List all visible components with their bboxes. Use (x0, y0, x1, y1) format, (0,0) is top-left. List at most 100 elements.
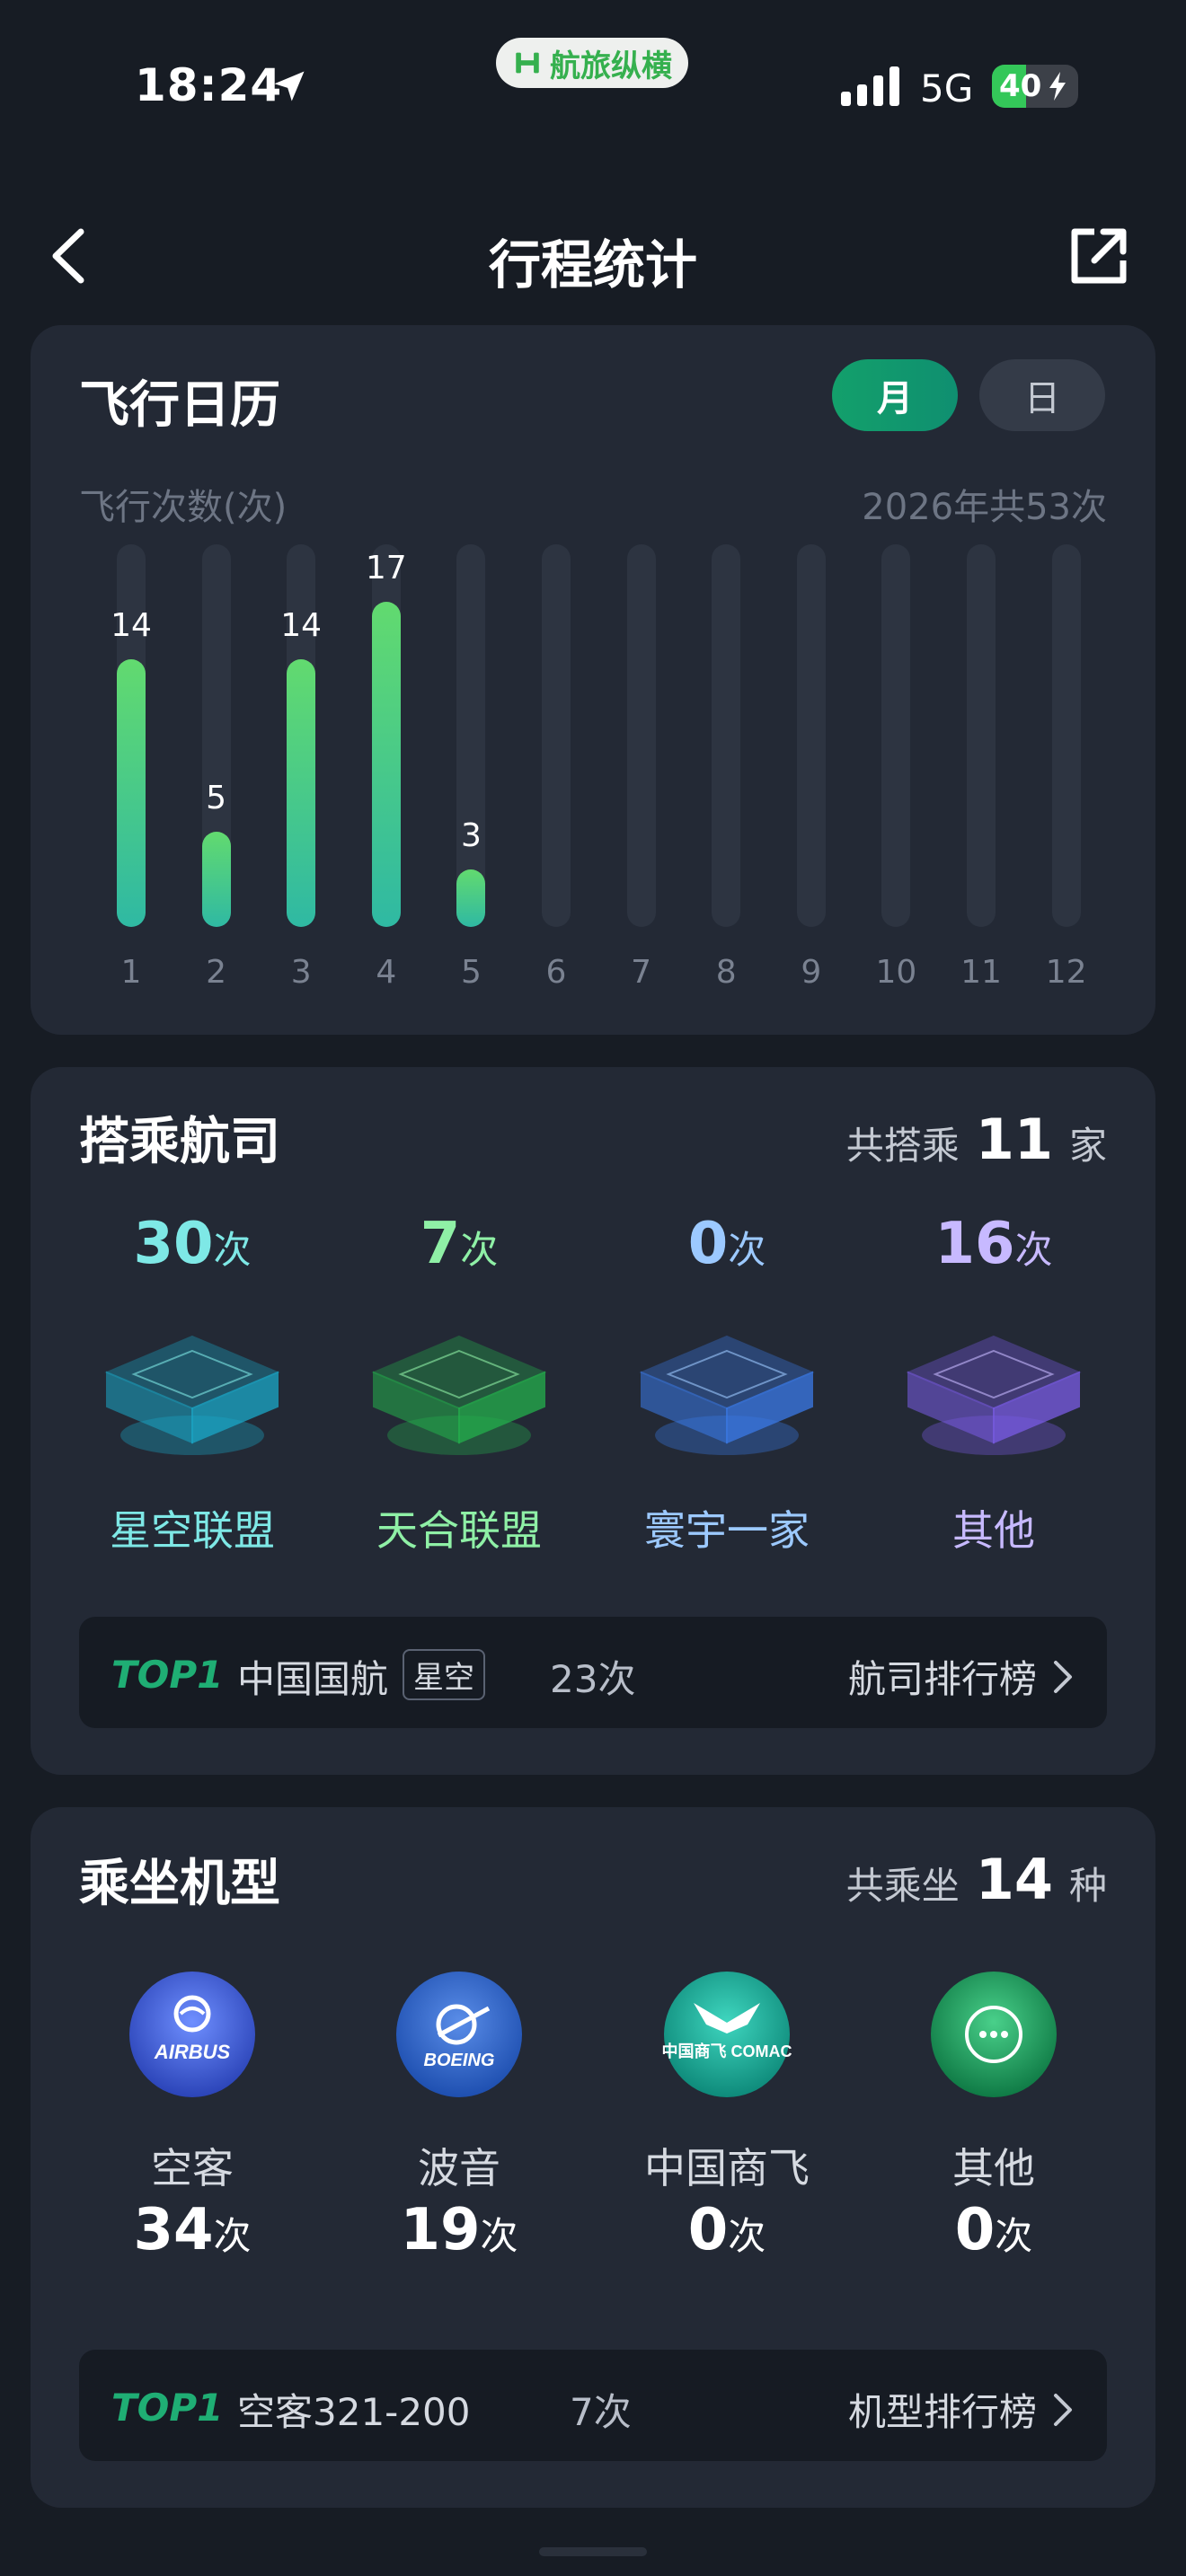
top-aircraft-bar[interactable]: TOP1 空客321-200 7次 机型排行榜 (79, 2350, 1107, 2461)
more-circle-icon (931, 1972, 1057, 2097)
maker-name: 波音 (418, 2144, 500, 2192)
airbus-logo-icon: AIRBUS (129, 1972, 255, 2097)
top-aircraft-name: 空客321-200 (237, 2390, 471, 2434)
maker-name: 空客 (151, 2144, 234, 2192)
alliance-item[interactable]: 30次 星空联盟 (89, 1211, 296, 1570)
comac-logo-icon: 中国商飞 COMAC (662, 1972, 792, 2097)
month-tick-label: 3 (290, 954, 312, 991)
month-tick-label: 8 (715, 954, 737, 991)
app-name: 航旅纵横 (550, 48, 672, 84)
top-airline-count: 23次 (550, 1657, 636, 1701)
alliance-count: 16次 (934, 1211, 1053, 1277)
alliance-item[interactable]: 16次 其他 (890, 1211, 1097, 1570)
bar-fill[interactable] (456, 869, 486, 927)
nav-bar: 行程统计 (0, 207, 1186, 305)
airline-card: 搭乘航司 共搭乘 11 家 30次 星空联盟 7次 天合联盟 0次 寰宇一家 1… (31, 1067, 1155, 1775)
aircraft-card: 乘坐机型 共乘坐 14 种 AIRBUS 空客 34次 BOEING 波音 19… (31, 1807, 1155, 2508)
location-arrow-icon (274, 71, 305, 101)
airline-ranking-label: 航司排行榜 (847, 1657, 1037, 1701)
bar-value-label: 14 (280, 606, 323, 644)
month-tick-label: 1 (120, 954, 142, 991)
aircraft-maker-item[interactable]: 中国商飞 COMAC 中国商飞 0次 (624, 1969, 830, 2292)
top-airline-alliance-tag: 星空 (403, 1649, 485, 1700)
month-tick-label: 11 (960, 954, 1002, 991)
network-type: 5G (920, 66, 974, 110)
bar-value-label: 14 (111, 606, 152, 644)
bar-track (881, 544, 911, 927)
aircraft-maker-item[interactable]: BOEING 波音 19次 (356, 1969, 562, 2292)
month-tick-label: 5 (460, 954, 482, 991)
monthly-flight-chart: 14 1 5 2 14 3 17 4 3 5 6 7 8 9 10 11 12 (31, 325, 1155, 1035)
maker-name: 其他 (952, 2144, 1035, 2192)
airline-ranking-link[interactable]: 航司排行榜 (848, 1649, 1075, 1704)
month-tick-label: 4 (376, 954, 397, 991)
svg-text:AIRBUS: AIRBUS (154, 2041, 231, 2063)
alliance-name: 星空联盟 (110, 1506, 275, 1555)
alliance-name: 其他 (952, 1506, 1035, 1555)
bar-fill[interactable] (201, 831, 231, 927)
maker-count: 34次 (133, 2197, 252, 2263)
battery-indicator: 40 (992, 65, 1078, 108)
status-bar: 18:24 航旅纵横 5G 40 (0, 0, 1186, 144)
bar-track (796, 544, 826, 927)
bar-track (626, 544, 656, 927)
month-tick-label: 9 (801, 954, 822, 991)
alliance-item[interactable]: 0次 寰宇一家 (624, 1211, 830, 1570)
month-tick-label: 7 (631, 954, 652, 991)
cube-icon (104, 1335, 280, 1455)
top-airline-name: 中国国航 (237, 1657, 389, 1701)
bar-fill[interactable] (371, 601, 401, 927)
bar-value-label: 17 (365, 549, 407, 587)
aircraft-maker-item[interactable]: 其他 0次 (890, 1969, 1097, 2292)
bar-fill[interactable] (117, 658, 146, 927)
cube-icon (906, 1335, 1082, 1455)
cube-icon (371, 1335, 547, 1455)
svg-text:中国商飞 COMAC: 中国商飞 COMAC (662, 2042, 792, 2060)
aircraft-maker-item[interactable]: AIRBUS 空客 34次 (89, 1969, 296, 2292)
home-indicator (539, 2547, 647, 2556)
month-tick-label: 2 (206, 954, 227, 991)
svg-text:BOEING: BOEING (424, 2051, 495, 2070)
airline-total-prefix: 共搭乘 (845, 1124, 960, 1168)
month-tick-label: 12 (1045, 954, 1087, 991)
aircraft-ranking-label: 机型排行榜 (847, 2390, 1037, 2434)
cellular-signal-icon (841, 66, 899, 106)
top-aircraft-count: 7次 (570, 2390, 632, 2434)
top-aircraft-badge: TOP1 (111, 2386, 224, 2430)
alliance-name: 寰宇一家 (644, 1506, 810, 1555)
alliance-count: 7次 (420, 1211, 499, 1277)
airline-total-count: 11 (975, 1107, 1053, 1172)
battery-percent: 40 (999, 68, 1042, 104)
maker-count: 0次 (954, 2197, 1033, 2263)
bar-fill[interactable] (287, 658, 316, 927)
charging-bolt-icon (1049, 72, 1066, 101)
app-return-pill[interactable]: 航旅纵横 (496, 38, 688, 88)
bar-track (1051, 544, 1081, 927)
maker-count: 0次 (687, 2197, 766, 2263)
alliance-count: 30次 (133, 1211, 252, 1277)
aircraft-total-suffix: 种 (1068, 1864, 1107, 1908)
maker-count: 19次 (400, 2197, 518, 2263)
app-logo-icon (516, 52, 539, 74)
chevron-right-icon (1054, 1660, 1072, 1693)
status-time: 18:24 (135, 59, 283, 111)
aircraft-card-title: 乘坐机型 (79, 1855, 280, 1913)
alliance-name: 天合联盟 (376, 1506, 542, 1555)
bar-track (712, 544, 741, 927)
bar-value-label: 3 (460, 817, 482, 855)
month-tick-label: 6 (545, 954, 567, 991)
top-airline-bar[interactable]: TOP1 中国国航 星空 23次 航司排行榜 (79, 1617, 1107, 1728)
bar-track (542, 544, 571, 927)
month-tick-label: 10 (875, 954, 917, 991)
flight-calendar-card: 飞行日历 月 日 飞行次数(次) 2026年共53次 14 1 5 2 14 3 17 4 3 5… (31, 325, 1155, 1035)
boeing-logo-icon: BOEING (396, 1972, 522, 2097)
aircraft-total: 共乘坐 14 种 (846, 1847, 1107, 1912)
aircraft-total-prefix: 共乘坐 (845, 1864, 960, 1908)
aircraft-ranking-link[interactable]: 机型排行榜 (848, 2382, 1075, 2437)
share-export-icon[interactable] (1067, 225, 1130, 287)
aircraft-total-count: 14 (975, 1847, 1053, 1912)
alliance-item[interactable]: 7次 天合联盟 (356, 1211, 562, 1570)
bar-value-label: 5 (206, 779, 227, 816)
airline-card-title: 搭乘航司 (79, 1113, 280, 1171)
alliance-count: 0次 (687, 1211, 766, 1277)
